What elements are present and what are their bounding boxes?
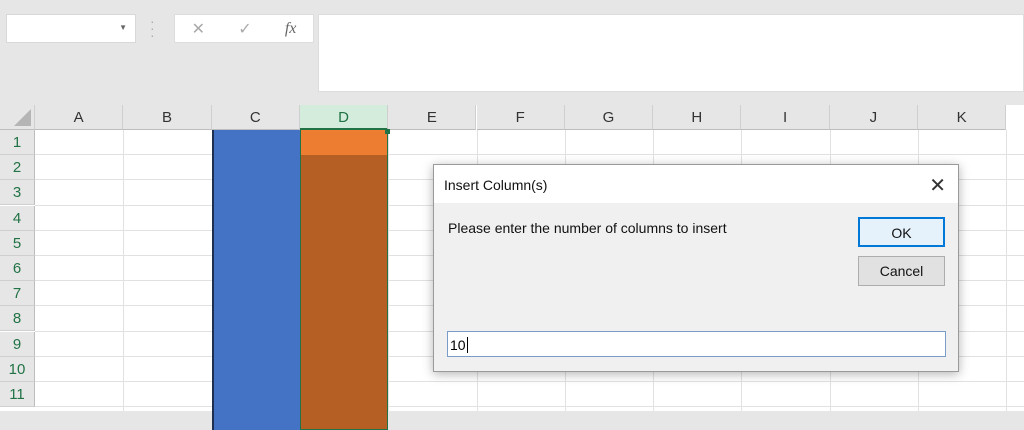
column-header-j[interactable]: J xyxy=(829,105,918,130)
row-header-9[interactable]: 9 xyxy=(0,331,35,357)
row-header-2[interactable]: 2 xyxy=(0,155,35,181)
row-header-8[interactable]: 8 xyxy=(0,306,35,332)
gridline xyxy=(123,130,125,411)
column-header-e[interactable]: E xyxy=(388,105,477,130)
column-header-g[interactable]: G xyxy=(564,105,654,130)
column-c-fill[interactable] xyxy=(211,130,300,430)
column-header-c[interactable]: C xyxy=(211,105,300,130)
column-header-b[interactable]: B xyxy=(123,105,212,130)
enter-formula-icon[interactable]: ✓ xyxy=(238,19,251,39)
gridline xyxy=(1006,130,1008,411)
name-box[interactable]: ▼ xyxy=(6,14,136,43)
drag-handle-icon: · · · xyxy=(150,13,155,43)
row-header-10[interactable]: 10 xyxy=(0,356,35,382)
row-header-4[interactable]: 4 xyxy=(0,205,35,231)
dropdown-caret-icon[interactable]: ▼ xyxy=(119,23,127,32)
row-header-5[interactable]: 5 xyxy=(0,230,35,256)
gridline xyxy=(35,406,1024,408)
formula-buttons: ✕ ✓ fx xyxy=(174,14,314,43)
column-count-input[interactable]: 10 xyxy=(447,331,946,357)
input-value: 10 xyxy=(450,337,466,353)
dialog-message: Please enter the number of columns to in… xyxy=(448,220,727,236)
column-header-k[interactable]: K xyxy=(918,105,1007,130)
fill-handle[interactable] xyxy=(385,129,391,134)
row-header-1[interactable]: 1 xyxy=(0,130,35,155)
cancel-formula-icon[interactable]: ✕ xyxy=(192,19,205,39)
dialog-title: Insert Column(s) xyxy=(434,165,958,203)
gridline xyxy=(35,154,1024,156)
insert-columns-dialog: Insert Column(s) ✕ Please enter the numb… xyxy=(433,164,959,372)
formula-input[interactable] xyxy=(318,14,1024,92)
column-header-f[interactable]: F xyxy=(476,105,565,130)
row-header-6[interactable]: 6 xyxy=(0,256,35,281)
column-header-a[interactable]: A xyxy=(35,105,124,130)
row-header-11[interactable]: 11 xyxy=(0,382,35,407)
gridline xyxy=(388,130,390,411)
insert-function-icon[interactable]: fx xyxy=(285,20,297,38)
row-header-3[interactable]: 3 xyxy=(0,180,35,206)
column-header-h[interactable]: H xyxy=(653,105,742,130)
row-header-7[interactable]: 7 xyxy=(0,281,35,307)
column-header-d[interactable]: D xyxy=(299,105,389,130)
close-icon[interactable]: ✕ xyxy=(929,173,946,198)
cell-d1-fill[interactable] xyxy=(300,130,388,156)
select-all-button[interactable] xyxy=(0,105,35,130)
column-d-fill[interactable] xyxy=(299,130,389,430)
cancel-button[interactable]: Cancel xyxy=(858,256,945,286)
column-header-i[interactable]: I xyxy=(741,105,830,130)
ok-button[interactable]: OK xyxy=(858,217,945,247)
gridline xyxy=(35,381,1024,382)
